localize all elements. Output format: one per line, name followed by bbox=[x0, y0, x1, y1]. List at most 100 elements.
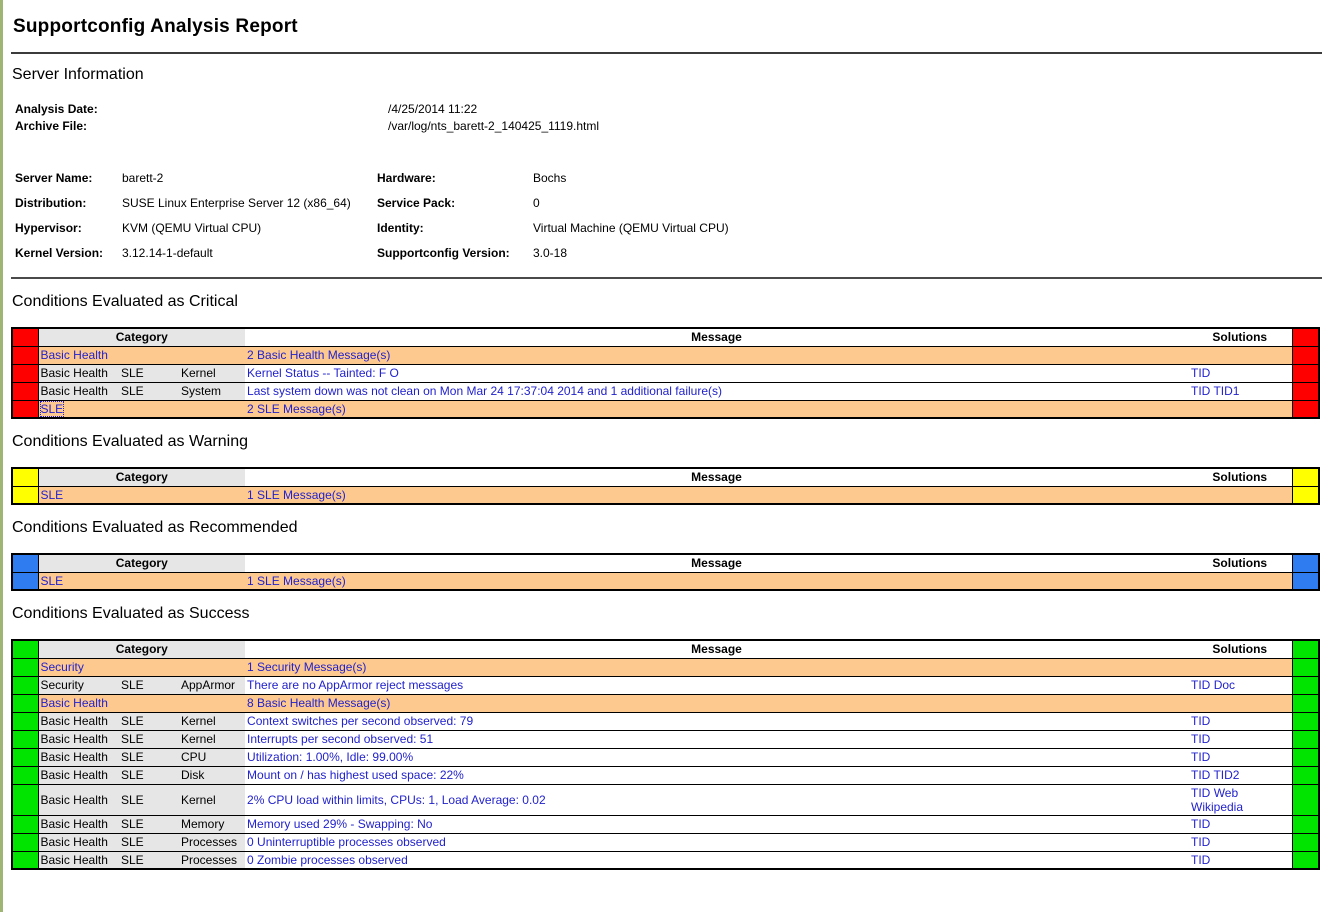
server-detail-value: Virtual Machine (QEMU Virtual CPU) bbox=[533, 215, 1133, 240]
message-link[interactable]: Memory used 29% - Swapping: No bbox=[247, 817, 432, 831]
solutions-cell bbox=[1188, 346, 1292, 364]
title-divider bbox=[11, 52, 1322, 54]
page-title: Supportconfig Analysis Report bbox=[13, 16, 1317, 38]
solution-link[interactable]: TID2 bbox=[1213, 768, 1239, 782]
summary-message-link[interactable]: 1 SLE Message(s) bbox=[247, 488, 346, 502]
summary-row: Basic Health 2 Basic Health Message(s) bbox=[12, 346, 1319, 364]
detail-row: Basic HealthSLECPUUtilization: 1.00%, Id… bbox=[12, 748, 1319, 766]
solution-link[interactable]: TID bbox=[1191, 817, 1210, 831]
category-summary-link[interactable]: SLE bbox=[41, 402, 64, 416]
status-color-cell bbox=[12, 328, 38, 346]
summary-message-link[interactable]: 1 Security Message(s) bbox=[247, 660, 366, 674]
recommended-table: CategoryMessageSolutions SLE 1 SLE Message… bbox=[11, 553, 1320, 591]
solution-link[interactable]: TID bbox=[1191, 714, 1210, 728]
server-detail-value: 0 bbox=[533, 190, 1133, 215]
section-heading-success: Conditions Evaluated as Success bbox=[12, 605, 1317, 623]
message-cell: Utilization: 1.00%, Idle: 99.00% bbox=[245, 748, 1188, 766]
solutions-cell: TID bbox=[1188, 833, 1292, 851]
solutions-cell bbox=[1188, 658, 1292, 676]
solutions-cell: TID bbox=[1188, 851, 1292, 869]
solution-link[interactable]: TID bbox=[1191, 366, 1210, 380]
message-cell: 0 Uninterruptible processes observed bbox=[245, 833, 1188, 851]
success-table-body: CategoryMessageSolutionsSecurity1 Securi… bbox=[12, 640, 1319, 869]
table-header-row: CategoryMessageSolutions bbox=[12, 328, 1319, 346]
category-summary-link[interactable]: Security bbox=[41, 660, 84, 674]
message-cell: Kernel Status -- Tainted: F O bbox=[245, 364, 1188, 382]
analysis-date-value: /4/25/2014 11:22 bbox=[388, 102, 477, 116]
summary-message-link[interactable]: 2 SLE Message(s) bbox=[247, 402, 346, 416]
section-heading-critical: Conditions Evaluated as Critical bbox=[12, 293, 1317, 311]
category-summary-link[interactable]: Basic Health bbox=[41, 348, 108, 362]
category-cell: SLE bbox=[38, 572, 245, 590]
solutions-cell bbox=[1188, 400, 1292, 418]
solution-link[interactable]: TID bbox=[1191, 678, 1210, 692]
message-cell: 1 Security Message(s) bbox=[245, 658, 1188, 676]
detail-row: Basic HealthSLESystemLast system down wa… bbox=[12, 382, 1319, 400]
product-cell: SLE bbox=[119, 676, 179, 694]
message-link[interactable]: Context switches per second observed: 79 bbox=[247, 714, 473, 728]
solution-link[interactable]: Doc bbox=[1214, 678, 1235, 692]
solution-link[interactable]: Web bbox=[1214, 786, 1238, 800]
detail-row: Basic HealthSLEKernelInterrupts per seco… bbox=[12, 730, 1319, 748]
solution-link[interactable]: TID bbox=[1191, 732, 1210, 746]
status-color-cell bbox=[12, 815, 38, 833]
status-color-cell bbox=[12, 694, 38, 712]
message-link[interactable]: 0 Uninterruptible processes observed bbox=[247, 835, 446, 849]
detail-row: Basic HealthSLEKernel2% CPU load within … bbox=[12, 784, 1319, 815]
section-warning: Conditions Evaluated as Warning Category… bbox=[11, 433, 1317, 505]
column-header-solutions: Solutions bbox=[1188, 468, 1292, 486]
detail-row: Basic HealthSLEDiskMount on / has highes… bbox=[12, 766, 1319, 784]
category-summary-link[interactable]: SLE bbox=[41, 488, 64, 502]
table-header-row: CategoryMessageSolutions bbox=[12, 554, 1319, 572]
message-link[interactable]: 0 Zombie processes observed bbox=[247, 853, 408, 867]
summary-message-link[interactable]: 8 Basic Health Message(s) bbox=[247, 696, 390, 710]
solution-link[interactable]: TID bbox=[1191, 768, 1210, 782]
server-information-heading: Server Information bbox=[12, 66, 1317, 84]
message-link[interactable]: There are no AppArmor reject messages bbox=[247, 678, 463, 692]
summary-message-link[interactable]: 2 Basic Health Message(s) bbox=[247, 348, 390, 362]
solution-link[interactable]: TID bbox=[1191, 786, 1210, 800]
server-detail-label: Kernel Version: bbox=[15, 240, 122, 265]
message-link[interactable]: Mount on / has highest used space: 22% bbox=[247, 768, 464, 782]
status-color-cell bbox=[12, 784, 38, 815]
solutions-cell: TID Web Wikipedia bbox=[1188, 784, 1292, 815]
category-summary-link[interactable]: SLE bbox=[41, 574, 64, 588]
status-color-cell bbox=[1292, 346, 1319, 364]
status-color-cell bbox=[12, 554, 38, 572]
solution-link[interactable]: TID bbox=[1191, 835, 1210, 849]
solutions-cell: TID bbox=[1188, 730, 1292, 748]
table-header-row: CategoryMessageSolutions bbox=[12, 468, 1319, 486]
server-details-table-body: Server Name:barett-2Hardware:BochsDistri… bbox=[15, 165, 1133, 265]
message-cell: There are no AppArmor reject messages bbox=[245, 676, 1188, 694]
message-link[interactable]: Interrupts per second observed: 51 bbox=[247, 732, 433, 746]
summary-message-link[interactable]: 1 SLE Message(s) bbox=[247, 574, 346, 588]
server-details-row: Kernel Version:3.12.14-1-defaultSupportc… bbox=[15, 240, 1133, 265]
subcategory-cell: Kernel bbox=[179, 784, 245, 815]
category-cell: Basic Health bbox=[38, 364, 119, 382]
section-critical: Conditions Evaluated as Critical Categor… bbox=[11, 293, 1317, 419]
status-color-cell bbox=[12, 364, 38, 382]
solution-link[interactable]: Wikipedia bbox=[1191, 800, 1243, 814]
message-cell: Mount on / has highest used space: 22% bbox=[245, 766, 1188, 784]
message-link[interactable]: Utilization: 1.00%, Idle: 99.00% bbox=[247, 750, 413, 764]
status-color-cell bbox=[12, 346, 38, 364]
product-cell: SLE bbox=[119, 730, 179, 748]
solution-link[interactable]: TID bbox=[1191, 384, 1210, 398]
category-summary-link[interactable]: Basic Health bbox=[41, 696, 108, 710]
summary-row: Basic Health 8 Basic Health Message(s) bbox=[12, 694, 1319, 712]
solutions-cell bbox=[1188, 486, 1292, 504]
product-cell: SLE bbox=[119, 784, 179, 815]
category-cell: Basic Health bbox=[38, 730, 119, 748]
solution-link[interactable]: TID bbox=[1191, 750, 1210, 764]
message-cell: 2 Basic Health Message(s) bbox=[245, 346, 1188, 364]
message-link[interactable]: Kernel Status -- Tainted: F O bbox=[247, 366, 399, 380]
status-color-cell bbox=[1292, 766, 1319, 784]
server-detail-label: Hardware: bbox=[377, 165, 533, 190]
subcategory-cell: Kernel bbox=[179, 712, 245, 730]
solutions-cell: TID TID2 bbox=[1188, 766, 1292, 784]
message-link[interactable]: 2% CPU load within limits, CPUs: 1, Load… bbox=[247, 793, 546, 807]
warning-table: CategoryMessageSolutions SLE 1 SLE Message… bbox=[11, 467, 1320, 505]
solution-link[interactable]: TID1 bbox=[1213, 384, 1239, 398]
solution-link[interactable]: TID bbox=[1191, 853, 1210, 867]
message-link[interactable]: Last system down was not clean on Mon Ma… bbox=[247, 384, 722, 398]
